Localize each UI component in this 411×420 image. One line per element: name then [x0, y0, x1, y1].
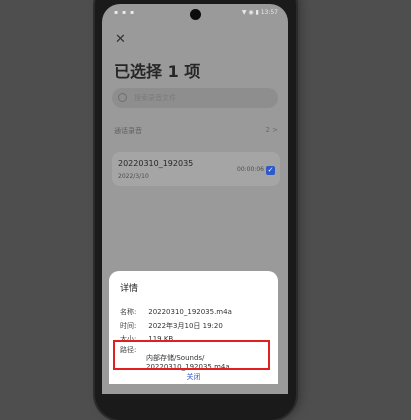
detail-row-name: 名称: 20220310_192035.m4a	[120, 307, 232, 317]
name-label: 名称:	[120, 308, 137, 316]
recording-duration: 00:00:06	[237, 166, 264, 173]
recording-date: 2022/3/10	[118, 173, 149, 180]
detail-row-time: 时间: 2022年3月10日 19:20	[120, 321, 223, 331]
close-button[interactable]: 关闭	[109, 372, 278, 382]
name-value: 20220310_192035.m4a	[148, 308, 232, 316]
section-count[interactable]: 2 >	[265, 126, 278, 134]
search-input[interactable]: 搜索录音文件	[112, 88, 278, 108]
close-icon[interactable]: ✕	[115, 32, 126, 47]
details-heading: 详情	[120, 284, 139, 294]
search-icon	[118, 93, 127, 102]
page-title: 已选择 1 项	[114, 62, 201, 81]
recording-name: 20220310_192035	[118, 159, 194, 168]
recording-item[interactable]: 20220310_192035 2022/3/10 00:00:06 ✓	[112, 152, 280, 186]
checkbox-checked-icon[interactable]: ✓	[266, 166, 275, 175]
status-icons-right: ▼ ◉ ▮ 13:57	[241, 9, 278, 16]
section-call-recordings[interactable]: 通话录音	[114, 126, 142, 136]
time-label: 时间:	[120, 322, 137, 330]
search-placeholder: 搜索录音文件	[134, 94, 176, 102]
time-value: 2022年3月10日 19:20	[148, 322, 223, 330]
camera-cutout	[190, 9, 201, 20]
path-highlight-box	[113, 340, 270, 370]
status-icons-left: ▪ ▪ ▪	[114, 9, 136, 16]
